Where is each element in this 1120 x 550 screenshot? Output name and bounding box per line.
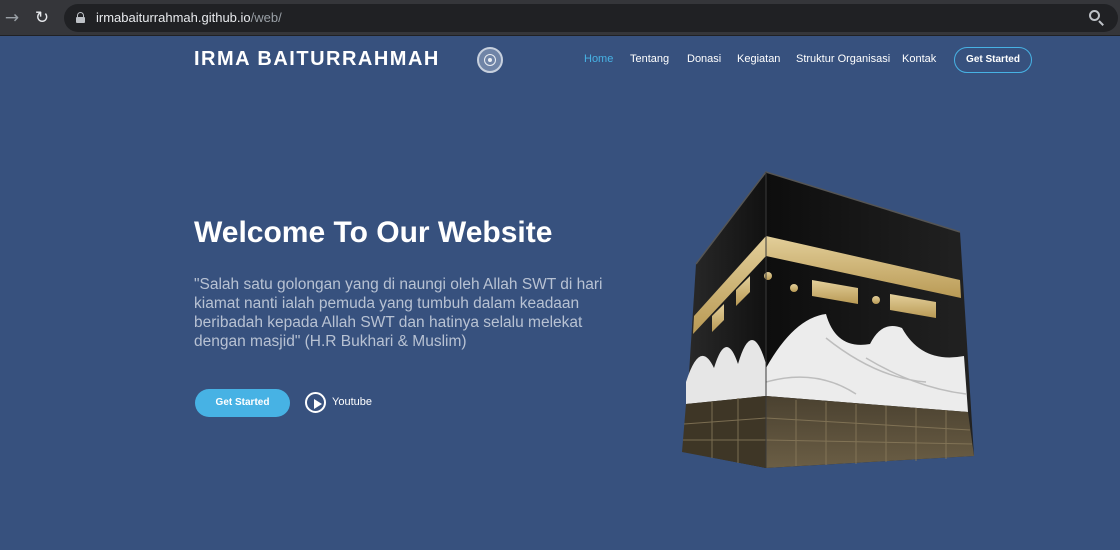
url-path: /web/ — [250, 10, 282, 25]
hero-quote: "Salah satu golongan yang di naungi oleh… — [194, 276, 603, 350]
url-text[interactable]: irmabaiturrahmah.github.io/web/ — [96, 10, 282, 25]
site-brand[interactable]: IRMA BAITURRAHMAH — [194, 48, 440, 71]
mosque-emblem-icon — [477, 47, 503, 73]
nav-item-kegiatan[interactable]: Kegiatan — [737, 53, 780, 65]
nav-item-tentang[interactable]: Tentang — [630, 53, 669, 65]
lock-icon[interactable] — [76, 12, 85, 23]
address-bar[interactable]: irmabaiturrahmah.github.io/web/ — [64, 4, 1118, 32]
arrow-left-icon[interactable]: → — [2, 8, 22, 28]
nav-item-struktur-organisasi[interactable]: Struktur Organisasi — [796, 53, 890, 65]
header-get-started-button[interactable]: Get Started — [954, 47, 1032, 73]
url-host: irmabaiturrahmah.github.io — [96, 10, 251, 25]
nav-item-donasi[interactable]: Donasi — [687, 53, 721, 65]
nav-item-kontak[interactable]: Kontak — [902, 53, 936, 65]
reload-icon[interactable]: ↻ — [32, 8, 52, 28]
browser-toolbar: → ↻ irmabaiturrahmah.github.io/web/ — [0, 0, 1120, 36]
hero-title: Welcome To Our Website — [194, 216, 553, 249]
magnifier-icon[interactable] — [1088, 9, 1106, 27]
youtube-label: Youtube — [332, 396, 372, 408]
hero-get-started-button[interactable]: Get Started — [195, 389, 290, 417]
nav-item-home[interactable]: Home — [584, 53, 613, 65]
play-circle-icon — [305, 392, 326, 413]
kaaba-illustration — [682, 171, 974, 468]
